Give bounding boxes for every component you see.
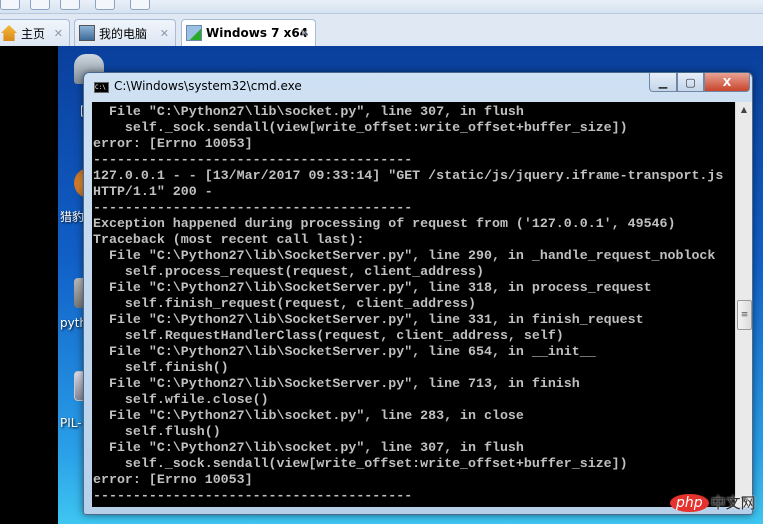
cmd-icon: C:\ (94, 82, 109, 93)
console-line: Exception happened during processing of … (93, 216, 676, 231)
tab-label: 我的电脑 (99, 26, 148, 41)
close-icon[interactable]: ✕ (54, 27, 63, 40)
console-line: self.flush() (93, 424, 221, 439)
console-line: File "C:\Python27\lib\SocketServer.py", … (93, 376, 580, 391)
toolbar-button[interactable] (60, 0, 80, 10)
console-line: File "C:\Python27\lib\socket.py", line 3… (93, 440, 524, 455)
maximize-button[interactable]: ▢ (677, 73, 704, 92)
console-line: File "C:\Python27\lib\SocketServer.py", … (93, 312, 644, 327)
desktop-icon-label: 猎豹 (60, 210, 85, 224)
close-icon[interactable]: ✕ (300, 27, 309, 40)
console-line: 127.0.0.1 - - [13/Mar/2017 09:33:14] "GE… (93, 168, 724, 183)
console-line: File "C:\Python27\lib\SocketServer.py", … (93, 344, 596, 359)
console-line: HTTP/1.1" 200 - (93, 184, 213, 199)
toolbar-button[interactable] (0, 0, 20, 10)
console-line: Traceback (most recent call last): (93, 232, 365, 247)
watermark-php: php (670, 493, 709, 512)
scrollbar-thumb[interactable]: ≡ (737, 300, 752, 330)
tab-label: 主页 (21, 26, 46, 41)
console-line: File "C:\Python27\lib\SocketServer.py", … (93, 248, 716, 263)
tab-my-computer[interactable]: 我的电脑 ✕ (74, 19, 176, 46)
console-line: error: [Errno 10053] (93, 136, 253, 151)
console-line: self.finish_request(request, client_addr… (93, 296, 477, 311)
tab-label: Windows 7 x64 (206, 26, 309, 40)
home-icon (1, 25, 17, 41)
minimize-button[interactable]: ▁ (649, 73, 677, 92)
vm-running-icon (186, 25, 202, 41)
tab-windows-7-x64[interactable]: Windows 7 x64 ✕ (181, 19, 316, 46)
desktop-icon-label: PIL- (60, 416, 82, 430)
console-line: error: [Errno 10053] (93, 472, 253, 487)
tab-bar: 主页 ✕ 我的电脑 ✕ Windows 7 x64 ✕ (0, 14, 763, 46)
console-line: self.process_request(request, client_add… (93, 264, 484, 279)
console-line: self._sock.sendall(view[write_offset:wri… (93, 456, 628, 471)
console-line: self.wfile.close() (93, 392, 269, 407)
computer-icon (79, 25, 95, 41)
console-line: self.RequestHandlerClass(request, client… (93, 328, 564, 343)
console-line: File "C:\Python27\lib\socket.py", line 2… (93, 408, 524, 423)
tab-home[interactable]: 主页 ✕ (0, 19, 70, 46)
window-title: C:\Windows\system32\cmd.exe (114, 79, 302, 93)
close-icon[interactable]: ✕ (160, 27, 169, 40)
watermark-cn: 中文网 (710, 494, 756, 512)
vm-toolbar (0, 0, 763, 14)
console-line: ---------------------------------------- (93, 488, 413, 503)
cmd-window[interactable]: C:\ C:\Windows\system32\cmd.exe ▁ ▢ X Fi… (83, 72, 753, 515)
close-button[interactable]: X (704, 73, 750, 92)
toolbar-button[interactable] (30, 0, 50, 10)
scroll-up-arrow[interactable]: ▲ (736, 105, 752, 114)
console-line: ---------------------------------------- (93, 152, 413, 167)
console-output[interactable]: File "C:\Python27\lib\socket.py", line 3… (92, 102, 735, 507)
console-line: File "C:\Python27\lib\SocketServer.py", … (93, 280, 652, 295)
toolbar-button[interactable] (95, 0, 115, 10)
console-line: ---------------------------------------- (93, 200, 413, 215)
watermark-logo: php 中文网 (670, 492, 756, 513)
vertical-scrollbar[interactable]: ▲ ≡ ▼ (735, 102, 752, 507)
console-line: self._sock.sendall(view[write_offset:wri… (93, 120, 628, 135)
console-line: self.finish() (93, 360, 229, 375)
toolbar-button[interactable] (130, 0, 150, 10)
console-line: File "C:\Python27\lib\socket.py", line 3… (93, 104, 524, 119)
